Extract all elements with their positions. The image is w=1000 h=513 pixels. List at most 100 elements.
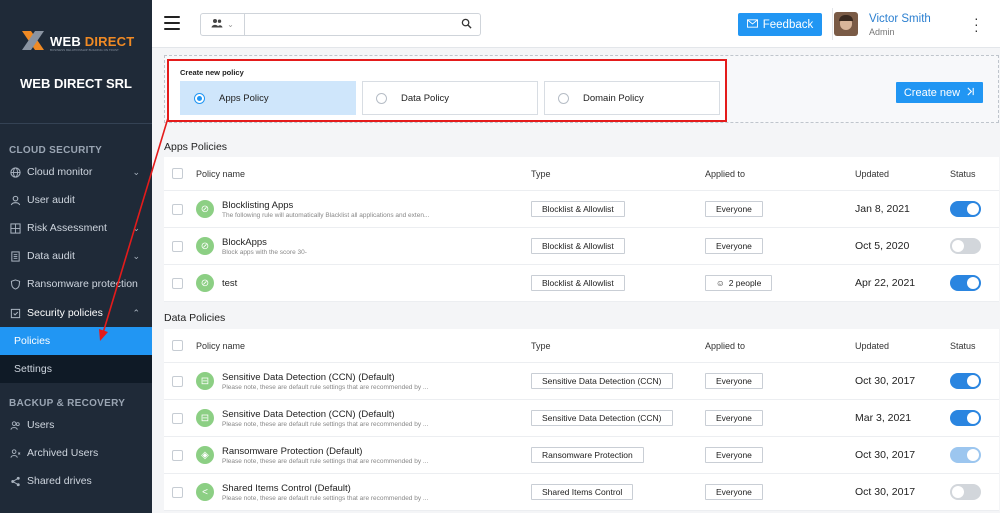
sidebar-item-settings[interactable]: Settings [0,355,152,383]
policy-title[interactable]: Ransomware Protection (Default) [222,446,428,457]
column-header-policy-name[interactable]: Policy name [196,329,496,362]
sidebar-item-archived-users[interactable]: Archived Users [0,439,152,467]
policy-description: Please note, these are default rule sett… [222,420,429,428]
type-cell: Blocklist & Allowlist [531,191,625,227]
users-icon [211,18,223,31]
document-icon [9,250,21,262]
policy-title[interactable]: BlockApps [222,237,307,248]
column-header-status[interactable]: Status [950,329,976,362]
status-toggle[interactable] [950,238,981,254]
policy-description: Block apps with the score 30- [222,248,307,256]
row-checkbox[interactable] [172,474,183,510]
option-domain-policy[interactable]: Domain Policy [544,81,720,115]
row-checkbox[interactable] [172,191,183,227]
status-toggle[interactable] [950,201,981,217]
policy-title[interactable]: test [222,278,237,289]
sidebar-item-label: Ransomware protection [27,278,138,290]
table-row[interactable]: ◈ Ransomware Protection (Default) Please … [164,437,999,474]
sidebar-item-ransomware-protection[interactable]: Ransomware protection [0,270,152,298]
select-all-checkbox[interactable] [172,157,183,190]
sidebar-item-user-audit[interactable]: User audit [0,186,152,214]
row-checkbox[interactable] [172,228,183,264]
sidebar-item-data-audit[interactable]: Data audit ⌄ [0,242,152,270]
chevron-up-icon: ⌃ [132,307,140,318]
logo-text: WEB DIRECT [50,34,134,49]
applied-cell: Everyone [705,400,763,436]
policy-description: Please note, these are default rule sett… [222,383,429,391]
create-new-button[interactable]: Create new [896,82,983,103]
search-input[interactable] [247,16,447,33]
type-cell: Blocklist & Allowlist [531,265,625,301]
sidebar-item-security-policies[interactable]: Security policies ⌃ [0,299,152,327]
search-icon[interactable] [461,18,472,32]
more-options-icon[interactable]: · · · [974,11,979,37]
updated-cell: Oct 30, 2017 [855,449,916,461]
applied-label: 2 people [728,278,762,288]
column-header-updated[interactable]: Updated [855,329,889,362]
updated-cell: Oct 5, 2020 [855,240,910,252]
feedback-button[interactable]: Feedback [738,13,822,36]
sidebar-item-users[interactable]: Users [0,411,152,439]
select-all-checkbox[interactable] [172,329,183,362]
policy-icon [9,307,21,319]
sidebar-item-risk-assessment[interactable]: Risk Assessment ⌄ [0,214,152,242]
column-header-policy-name[interactable]: Policy name [196,157,496,190]
status-toggle[interactable] [950,484,981,500]
type-cell: Ransomware Protection [531,437,644,473]
type-cell: Shared Items Control [531,474,634,510]
row-checkbox[interactable] [172,363,183,399]
column-header-type[interactable]: Type [531,157,551,190]
type-cell: Sensitive Data Detection (CCN) [531,363,673,399]
policy-title[interactable]: Sensitive Data Detection (CCN) (Default) [222,372,428,383]
status-toggle[interactable] [950,410,981,426]
status-toggle[interactable] [950,275,981,291]
table-row[interactable]: < Shared Items Control (Default) Please n… [164,474,999,511]
policy-title[interactable]: Shared Items Control (Default) [222,483,428,494]
feedback-label: Feedback [762,18,814,31]
policy-title[interactable]: Blocklisting Apps [222,200,429,211]
policy-name-cell: ⊟ Sensitive Data Detection (CCN) (Defaul… [196,363,496,399]
avatar[interactable] [834,12,858,36]
status-cell [950,265,981,301]
sidebar-item-cloud-monitor[interactable]: Cloud monitor ⌄ [0,158,152,186]
type-cell: Sensitive Data Detection (CCN) [531,400,673,436]
users-icon [9,419,21,431]
policy-title[interactable]: Sensitive Data Detection (CCN) (Default) [222,409,428,420]
search-scope-dropdown[interactable]: ⌄ [201,14,245,35]
status-toggle[interactable] [950,373,981,389]
hamburger-menu-icon[interactable] [164,16,180,30]
sidebar-item-shared-drives[interactable]: Shared drives [0,467,152,495]
table-row[interactable]: ⊘ test Blocklist & Allowlist ☺ 2 people A… [164,265,999,302]
column-header-applied-to[interactable]: Applied to [705,157,745,190]
chevron-down-icon: ⌄ [132,222,140,233]
arrow-right-icon [966,87,975,99]
option-label: Apps Policy [219,92,269,104]
sidebar-item-policies[interactable]: Policies [0,327,152,355]
column-header-updated[interactable]: Updated [855,157,889,190]
globe-icon [9,166,21,178]
table-row[interactable]: ⊟ Sensitive Data Detection (CCN) (Defaul… [164,400,999,437]
option-data-policy[interactable]: Data Policy [362,81,538,115]
row-checkbox[interactable] [172,265,183,301]
option-label: Domain Policy [583,92,644,104]
scan-icon: ⊟ [196,372,214,390]
user-name[interactable]: Victor Smith [869,13,931,25]
row-checkbox[interactable] [172,437,183,473]
table-row[interactable]: ⊘ BlockApps Block apps with the score 30-… [164,228,999,265]
sidebar-item-label: Settings [14,363,52,375]
column-header-applied-to[interactable]: Applied to [705,329,745,362]
radio-icon [376,92,387,104]
applied-badge: ☺ 2 people [705,275,773,291]
user-role: Admin [869,27,895,37]
company-name: WEB DIRECT SRL [20,76,132,91]
option-apps-policy[interactable]: Apps Policy [180,81,356,115]
column-header-type[interactable]: Type [531,329,551,362]
column-header-status[interactable]: Status [950,157,976,190]
row-checkbox[interactable] [172,400,183,436]
applied-badge: Everyone [705,201,763,217]
table-row[interactable]: ⊘ Blocklisting Apps The following rule wi… [164,191,999,228]
radio-icon [558,92,569,104]
table-header-row: Policy name Type Applied to Updated Stat… [164,157,999,191]
table-row[interactable]: ⊟ Sensitive Data Detection (CCN) (Defaul… [164,363,999,400]
search-bar: ⌄ [200,13,481,36]
